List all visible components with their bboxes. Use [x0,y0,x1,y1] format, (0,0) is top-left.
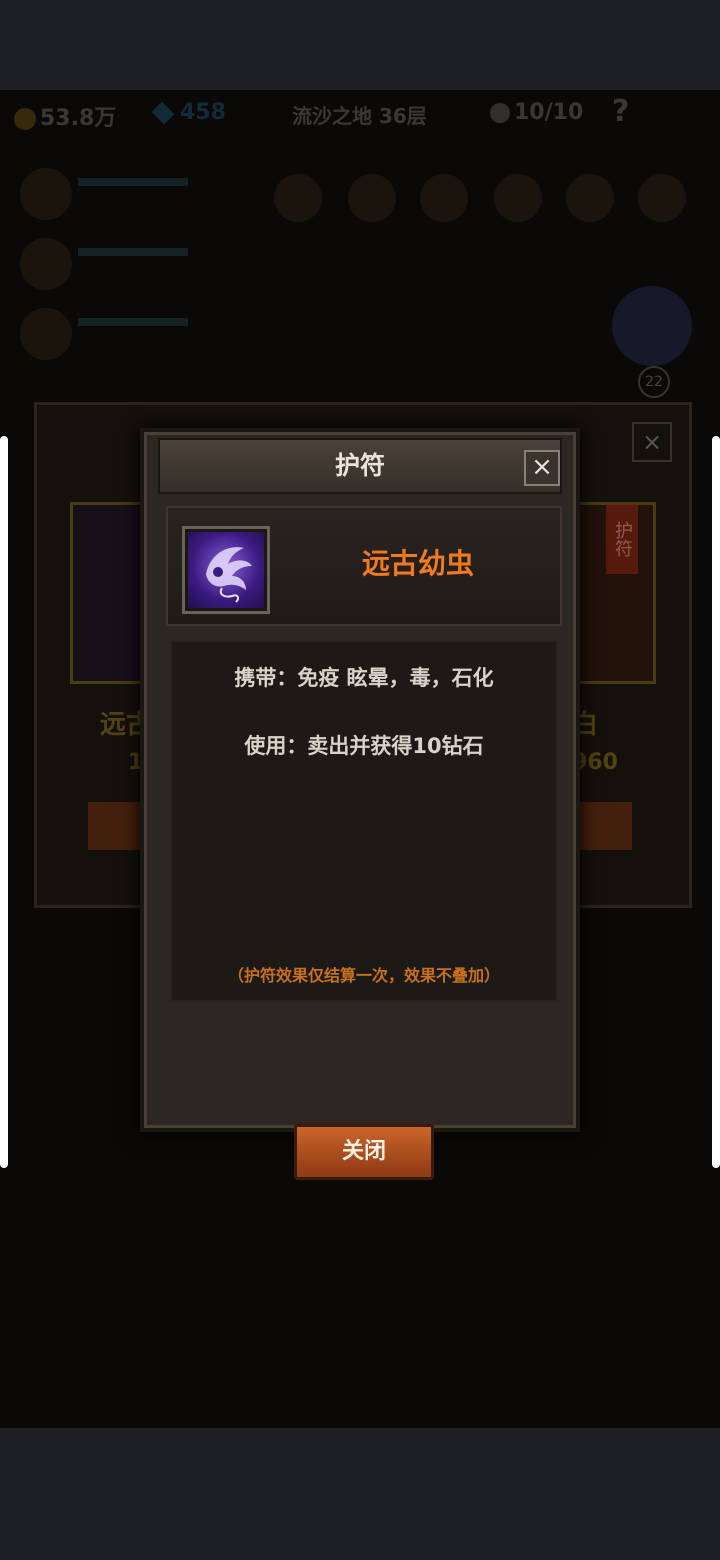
close-icon[interactable]: × [524,450,560,486]
slot-icon-6 [638,174,686,222]
item-icon-frame [182,526,270,614]
navigation-bar [0,1428,720,1560]
gem-value: 458 [180,100,226,125]
lives-value: 10/10 [514,100,584,125]
use-effect-text: 使用：卖出并获得10钻石 [244,734,484,758]
right-edge-bar [712,436,720,1168]
close-button[interactable]: 关闭 [294,1124,434,1180]
game-view: 53.8万 458 流沙之地 36层 10/10 ? 22 × 护符 远古 白 … [0,90,720,1428]
skull-icon [490,103,510,123]
description-box: 携带：免疫 眩晕，毒，石化 使用：卖出并获得10钻石 （护符效果仅结算一次，效果… [170,640,558,1002]
hero-hp-bar-3 [78,318,188,326]
location-label: 流沙之地 36层 [292,104,427,128]
gem-icon [151,101,175,125]
help-button[interactable]: ? [612,94,629,129]
hero-portrait-3 [20,308,72,360]
top-hud: 53.8万 458 流沙之地 36层 10/10 ? [0,90,720,150]
item-name: 远古幼虫 [361,547,474,580]
coin-icon [14,108,36,130]
gem-counter: 458 [151,100,226,125]
card-tag: 护符 [606,504,638,574]
hero-portrait-2 [20,238,72,290]
dialog-title: 护符 [334,451,385,480]
effect-note: （护符效果仅结算一次，效果不叠加） [227,966,500,985]
hero-hp-bar-2 [78,248,188,256]
shop-close-icon: × [632,422,672,462]
lives-counter: 10/10 [490,100,583,125]
slot-icon-1 [274,174,322,222]
hero-hp-bar-1 [78,178,188,186]
carry-effect-text: 携带：免疫 眩晕，毒，石化 [234,666,494,690]
hero-portrait-1 [20,168,72,220]
item-row: 远古幼虫 [166,506,562,626]
slot-icon-4 [494,174,542,222]
dialog-header: 护符 × [158,438,562,494]
gold-value: 53.8万 [40,106,117,131]
slot-icon-5 [566,174,614,222]
larva-icon [188,532,264,608]
boss-emblem [612,286,692,366]
amulet-dialog: 护符 × 远古幼虫 携带：免疫 眩晕，毒，石化 使用：卖出并获得10钻石 （护符… [140,428,580,1180]
emblem-badge: 22 [638,366,670,398]
slot-icon-2 [348,174,396,222]
slot-icon-3 [420,174,468,222]
gold-counter: 53.8万 [14,100,116,132]
status-bar [0,0,720,90]
left-edge-bar [0,436,8,1168]
